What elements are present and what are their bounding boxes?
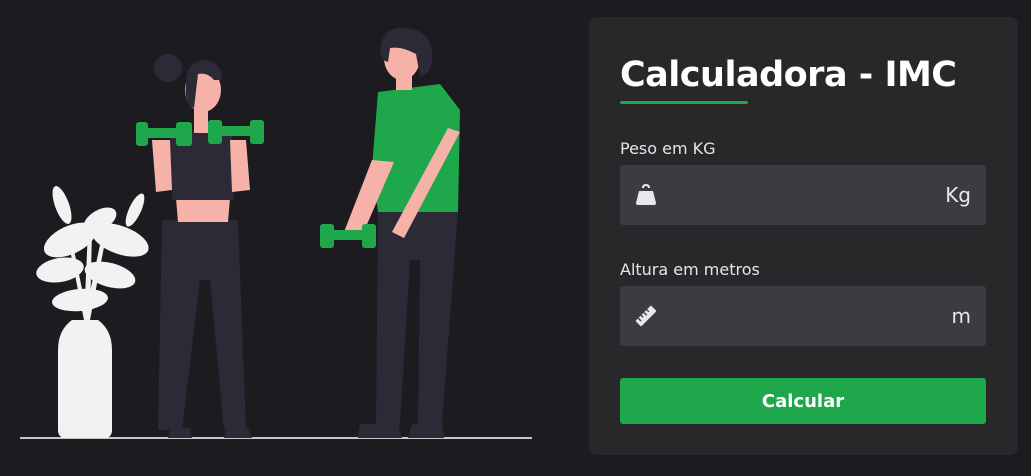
weight-label: Peso em KG xyxy=(620,139,716,158)
height-label: Altura em metros xyxy=(620,260,760,279)
weight-input[interactable] xyxy=(672,165,916,227)
height-field[interactable]: m xyxy=(620,286,986,348)
height-input[interactable] xyxy=(672,286,916,348)
man-figure xyxy=(320,27,460,438)
weight-icon xyxy=(636,183,656,205)
fitness-illustration xyxy=(20,27,532,439)
calculate-button[interactable]: Calcular xyxy=(620,378,986,424)
woman-figure xyxy=(136,54,264,438)
plant-icon xyxy=(36,186,149,438)
title-underline xyxy=(620,101,748,104)
page-title: Calculadora - IMC xyxy=(620,55,957,95)
height-unit: m xyxy=(951,304,971,328)
weight-field[interactable]: Kg xyxy=(620,165,986,227)
ruler-icon xyxy=(635,305,657,327)
bmi-calculator-panel: Calculadora - IMC Peso em KG Kg Altura e… xyxy=(589,17,1018,455)
weight-unit: Kg xyxy=(945,183,971,207)
